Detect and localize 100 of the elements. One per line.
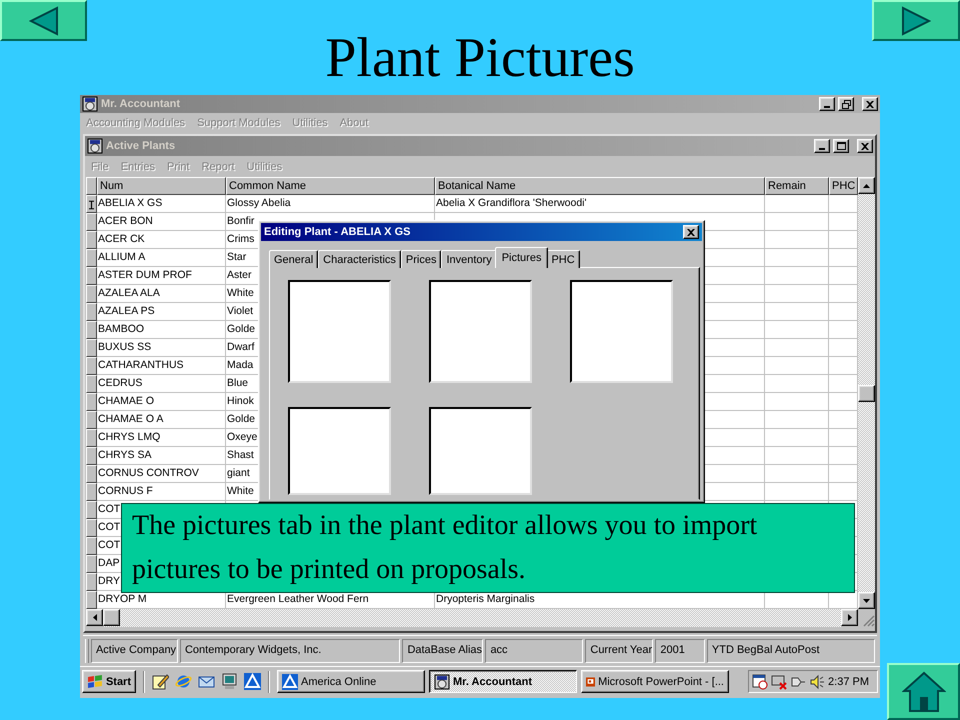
row-selector[interactable] (86, 375, 97, 393)
row-selector[interactable] (86, 357, 97, 375)
taskbar-button[interactable]: Mr. Accountant (429, 670, 577, 693)
table-cell: Blue (227, 377, 248, 389)
close-button[interactable] (862, 97, 878, 111)
row-selector[interactable] (86, 285, 97, 303)
picture-slot[interactable] (288, 407, 391, 495)
scrollbar[interactable] (103, 609, 841, 627)
max-button[interactable] (833, 139, 849, 153)
status-field: DataBase Alias (402, 639, 484, 663)
tab[interactable]: General (269, 250, 318, 268)
table-cell: Mada (227, 359, 254, 371)
row-selector[interactable] (86, 249, 97, 267)
table-cell: Dwarf (227, 341, 254, 353)
row-selector[interactable] (86, 555, 97, 573)
close-button[interactable] (857, 139, 873, 153)
status-field: Contemporary Widgets, Inc. (180, 639, 400, 663)
table-cell: Evergreen Leather Wood Fern (227, 593, 369, 605)
row-selector[interactable] (86, 231, 97, 249)
column-header[interactable]: PHC (829, 177, 858, 195)
row-selector[interactable] (86, 501, 97, 519)
table-cell: CORNUS CONTROV (98, 467, 199, 479)
scheduler-icon[interactable] (752, 674, 768, 690)
arrow-left-icon (92, 614, 96, 621)
scrollbar-thumb[interactable] (103, 609, 120, 626)
restore-button[interactable] (838, 97, 854, 111)
scroll-right-button[interactable] (841, 609, 858, 626)
row-selector[interactable] (86, 465, 97, 483)
computer-icon[interactable] (221, 673, 238, 690)
picture-slot[interactable] (570, 280, 673, 383)
row-selector[interactable] (86, 213, 97, 231)
table-cell: CHRYS LMQ (98, 431, 160, 443)
tab[interactable]: Prices (400, 250, 442, 268)
row-selector[interactable] (86, 303, 97, 321)
tab[interactable]: Inventory (441, 250, 497, 268)
table-cell: Glossy Abelia (227, 197, 291, 209)
column-header[interactable]: Common Name (226, 177, 435, 195)
callout-text: The pictures tab in the plant editor allows you to import pictures to be printed on proposals. (121, 503, 855, 593)
row-selector[interactable] (86, 537, 97, 555)
row-selector[interactable] (86, 195, 97, 213)
network-icon[interactable] (771, 674, 787, 690)
row-selector[interactable] (86, 573, 97, 591)
taskbar-button[interactable]: Microsoft PowerPoint - [... (581, 670, 729, 693)
table-cell: Golde (227, 323, 256, 335)
next-button[interactable] (872, 0, 960, 41)
close-button[interactable] (683, 225, 699, 239)
table-cell: CHRYS SA (98, 449, 152, 461)
status-field: 2001 (655, 639, 705, 663)
row-selector[interactable] (86, 519, 97, 537)
tab[interactable]: Characteristics (318, 250, 401, 268)
min-button[interactable] (819, 97, 835, 111)
picture-slot[interactable] (429, 280, 532, 383)
table-cell: Golde (227, 413, 256, 425)
row-selector[interactable] (86, 447, 97, 465)
tab[interactable]: PHC (546, 250, 580, 268)
arrow-down-icon (863, 598, 870, 602)
arrow-right-icon (901, 6, 931, 36)
row-selector[interactable] (86, 393, 97, 411)
max-icon (836, 142, 846, 150)
row-selector[interactable] (86, 267, 97, 285)
notepad-icon[interactable] (152, 673, 169, 690)
column-header[interactable]: Remain (765, 177, 829, 195)
picture-slot[interactable] (288, 280, 391, 383)
table-cell: AZALEA PS (98, 305, 155, 317)
table-cell: COT (98, 521, 120, 533)
row-selector[interactable] (86, 339, 97, 357)
row-selector[interactable] (86, 429, 97, 447)
table-cell: ACER BON (98, 215, 153, 227)
table-cell: Violet (227, 305, 254, 317)
picture-slot[interactable] (429, 407, 532, 495)
table-cell: Oxeye (227, 431, 258, 443)
triangle-icon[interactable] (244, 673, 261, 690)
row-selector[interactable] (86, 411, 97, 429)
browser-icon[interactable] (175, 673, 192, 690)
text-cursor-icon (89, 199, 94, 211)
min-button[interactable] (814, 139, 830, 153)
scrollbar[interactable] (858, 194, 875, 592)
column-header[interactable]: Num (97, 177, 226, 195)
start-button[interactable]: Start (82, 670, 136, 693)
home-button[interactable] (887, 663, 960, 720)
scroll-up-button[interactable] (858, 177, 875, 194)
speaker-icon[interactable] (809, 674, 825, 690)
arrow-up-icon (863, 184, 870, 188)
table-cell: ACER CK (98, 233, 145, 245)
table-cell: Crims (227, 233, 254, 245)
column-header[interactable]: Botanical Name (435, 177, 765, 195)
slide-title: Plant Pictures (325, 26, 635, 86)
scroll-down-button[interactable] (858, 592, 875, 609)
scroll-left-button[interactable] (86, 609, 103, 626)
row-selector[interactable] (86, 591, 97, 609)
table-cell: BUXUS SS (98, 341, 152, 353)
house-icon (902, 670, 946, 712)
scrollbar-thumb[interactable] (858, 385, 875, 402)
previous-button[interactable] (0, 0, 87, 41)
table-cell: Bonfir (227, 215, 254, 227)
tab[interactable]: Pictures (494, 247, 548, 268)
row-selector[interactable] (86, 483, 97, 501)
table-cell: DRY (98, 575, 120, 587)
row-selector[interactable] (86, 321, 97, 339)
taskbar-button[interactable]: America Online (277, 670, 425, 693)
